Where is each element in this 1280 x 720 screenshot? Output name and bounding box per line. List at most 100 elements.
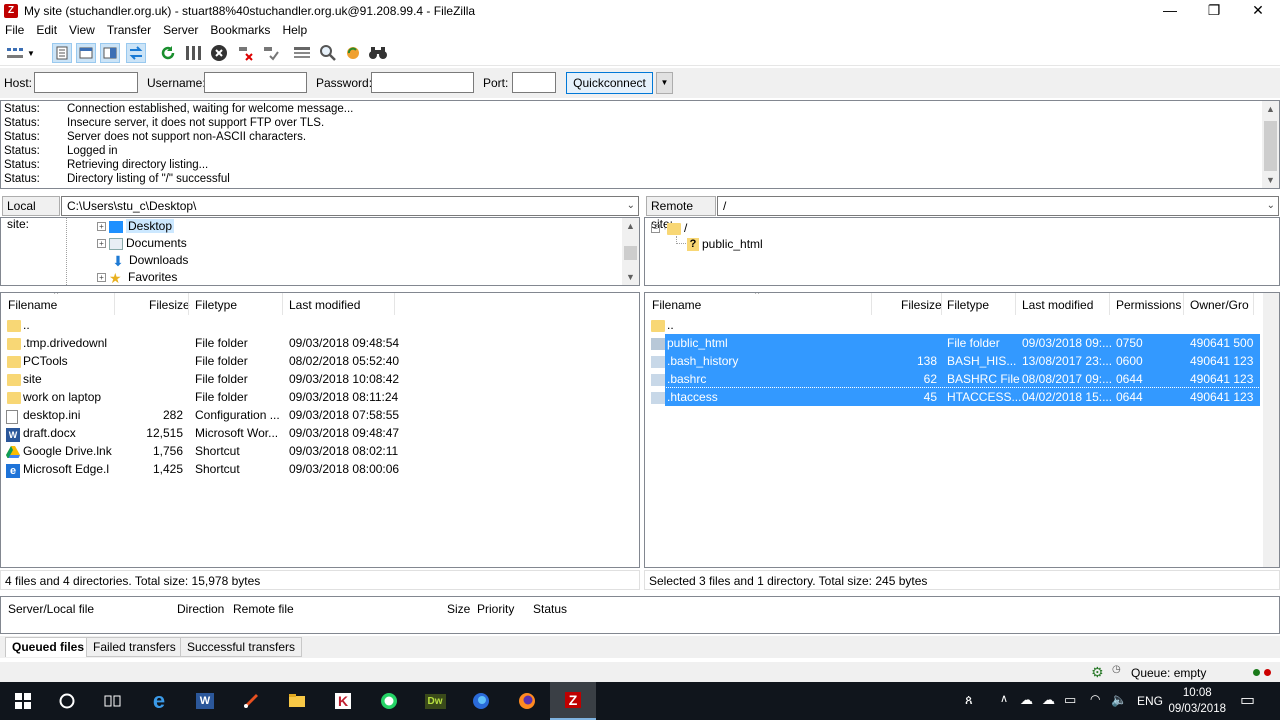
filezilla-icon[interactable]: Z xyxy=(550,682,596,720)
table-row[interactable]: .. xyxy=(1,316,639,334)
col-direction[interactable]: Direction xyxy=(177,602,224,616)
firefox-icon[interactable] xyxy=(504,682,550,720)
table-row-selected[interactable]: .htaccess 45 HTACCESS... 04/02/2018 15:... 0… xyxy=(651,387,1261,407)
synchronized-browsing-icon[interactable] xyxy=(343,43,363,63)
scroll-down-icon[interactable]: ▼ xyxy=(622,269,639,285)
site-manager-icon[interactable] xyxy=(5,43,25,63)
table-row[interactable]: .. xyxy=(645,316,1279,334)
paint-icon[interactable] xyxy=(228,682,274,720)
reconnect-icon[interactable] xyxy=(261,43,281,63)
table-row[interactable]: Google Drive.lnk 1,756 Shortcut 09/03/2018 … xyxy=(1,442,639,460)
menu-server[interactable]: Server xyxy=(157,22,204,39)
directory-listing-filters-icon[interactable] xyxy=(292,43,312,63)
tree-item-desktop[interactable]: + Desktop xyxy=(97,218,175,234)
log-scroll-thumb[interactable] xyxy=(1264,121,1277,171)
local-tree-scrollbar[interactable]: ▲ ▼ xyxy=(622,218,639,285)
quickconnect-dropdown-icon[interactable]: ▼ xyxy=(656,72,673,94)
kaspersky-icon[interactable]: K xyxy=(320,682,366,720)
tab-failed-transfers[interactable]: Failed transfers xyxy=(86,637,183,657)
task-view-icon[interactable] xyxy=(90,682,136,720)
table-row-selected[interactable]: public_html File folder 09/03/2018 09:... 0… xyxy=(651,334,1260,352)
table-row[interactable]: desktop.ini 282 Configuration ... 09/03/201… xyxy=(1,406,639,424)
col-filename[interactable]: Filename xyxy=(8,298,57,312)
dreamweaver-icon[interactable]: Dw xyxy=(412,682,458,720)
table-row[interactable]: .tmp.drivedownl File folder 09/03/2018 09:… xyxy=(1,334,639,352)
process-queue-icon[interactable] xyxy=(183,43,203,63)
close-button[interactable]: ✕ xyxy=(1236,0,1280,22)
col-last-modified[interactable]: Last modified xyxy=(1022,298,1093,312)
cortana-icon[interactable] xyxy=(44,682,90,720)
menu-help[interactable]: Help xyxy=(276,22,313,39)
start-icon[interactable] xyxy=(0,682,46,720)
col-status[interactable]: Status xyxy=(533,602,567,616)
battery-icon[interactable]: ▭ xyxy=(1064,692,1076,708)
log-scrollbar[interactable]: ▲ ▼ xyxy=(1262,101,1279,188)
tree-item-favorites[interactable]: + ★ Favorites xyxy=(97,269,177,285)
col-filetype[interactable]: Filetype xyxy=(947,298,989,312)
toggle-remote-tree-icon[interactable] xyxy=(100,43,120,63)
host-input[interactable] xyxy=(34,72,138,93)
col-filesize[interactable]: Filesize xyxy=(901,298,942,312)
firefox-dev-icon[interactable] xyxy=(458,682,504,720)
word-icon[interactable]: W xyxy=(182,682,228,720)
port-input[interactable] xyxy=(512,72,556,93)
tree-item-public-html[interactable]: ? public_html xyxy=(687,236,763,252)
edge-icon[interactable]: e xyxy=(136,682,182,720)
quickconnect-button[interactable]: Quickconnect xyxy=(566,72,653,94)
notifications-icon[interactable]: ▭ xyxy=(1240,690,1255,710)
menu-file[interactable]: File xyxy=(0,22,30,39)
chevron-down-icon[interactable]: ⌄ xyxy=(1267,197,1275,215)
menu-transfer[interactable]: Transfer xyxy=(101,22,157,39)
col-server-local-file[interactable]: Server/Local file xyxy=(8,602,94,616)
taskbar-clock[interactable]: 10:08 09/03/2018 xyxy=(1168,685,1226,717)
toggle-log-icon[interactable] xyxy=(52,43,72,63)
password-input[interactable] xyxy=(371,72,474,93)
disconnect-icon[interactable] xyxy=(236,43,256,63)
tree-item-root[interactable]: − · / xyxy=(651,220,687,236)
local-tree-scroll-thumb[interactable] xyxy=(624,246,637,260)
table-row-selected[interactable]: .bash_history 138 BASH_HIS... 13/08/2017 23… xyxy=(651,352,1260,370)
menu-view[interactable]: View xyxy=(63,22,101,39)
scroll-up-icon[interactable]: ▲ xyxy=(622,218,639,234)
dropdown-icon[interactable]: ▼ xyxy=(25,43,37,63)
username-input[interactable] xyxy=(204,72,307,93)
col-filename[interactable]: Filename xyxy=(652,298,701,312)
onedrive-icon[interactable]: ☁ xyxy=(1020,692,1033,708)
toggle-local-tree-icon[interactable] xyxy=(76,43,96,63)
language-indicator[interactable]: ENG xyxy=(1137,694,1163,708)
col-remote-file[interactable]: Remote file xyxy=(233,602,294,616)
table-row[interactable]: PCTools File folder 08/02/2018 05:52:40 xyxy=(1,352,639,370)
minimize-button[interactable]: — xyxy=(1148,0,1192,22)
search-icon[interactable] xyxy=(368,43,388,63)
col-filesize[interactable]: Filesize xyxy=(149,298,190,312)
tree-item-downloads[interactable]: ⬇ Downloads xyxy=(110,252,188,268)
maximize-button[interactable]: ❐ xyxy=(1192,0,1236,22)
refresh-icon[interactable] xyxy=(158,43,178,63)
col-size[interactable]: Size xyxy=(447,602,470,616)
table-row[interactable]: work on laptop File folder 09/03/2018 08:1… xyxy=(1,388,639,406)
scroll-up-icon[interactable]: ▲ xyxy=(1262,101,1279,117)
table-row[interactable]: e Microsoft Edge.l 1,425 Shortcut 09/03/2018… xyxy=(1,460,639,478)
table-row[interactable]: Wdraft.docx 12,515 Microsoft Wor... 09/03/2… xyxy=(1,424,639,442)
remote-list-scrollbar[interactable] xyxy=(1263,293,1279,567)
scroll-down-icon[interactable]: ▼ xyxy=(1262,172,1279,188)
whatsapp-icon[interactable] xyxy=(366,682,412,720)
cloud-icon[interactable]: ☁ xyxy=(1042,692,1055,708)
menu-edit[interactable]: Edit xyxy=(30,22,63,39)
volume-icon[interactable]: 🔈 xyxy=(1111,692,1127,708)
col-priority[interactable]: Priority xyxy=(477,602,514,616)
file-explorer-icon[interactable] xyxy=(274,682,320,720)
col-filetype[interactable]: Filetype xyxy=(195,298,237,312)
tab-queued-files[interactable]: Queued files xyxy=(5,637,92,657)
tree-item-documents[interactable]: + Documents xyxy=(97,235,187,251)
remote-site-path-combo[interactable]: / ⌄ xyxy=(717,196,1279,216)
toggle-queue-icon[interactable] xyxy=(126,43,146,63)
col-owner-group[interactable]: Owner/Gro xyxy=(1190,298,1249,312)
table-row-selected[interactable]: .bashrc 62 BASHRC File 08/08/2017 09:... 064… xyxy=(651,370,1260,388)
local-site-path-combo[interactable]: C:\Users\stu_c\Desktop\ ⌄ xyxy=(61,196,639,216)
menu-bookmarks[interactable]: Bookmarks xyxy=(204,22,276,39)
col-permissions[interactable]: Permissions xyxy=(1116,298,1181,312)
tab-successful-transfers[interactable]: Successful transfers xyxy=(180,637,303,657)
table-row[interactable]: site File folder 09/03/2018 10:08:42 xyxy=(1,370,639,388)
compare-icon[interactable] xyxy=(318,43,338,63)
